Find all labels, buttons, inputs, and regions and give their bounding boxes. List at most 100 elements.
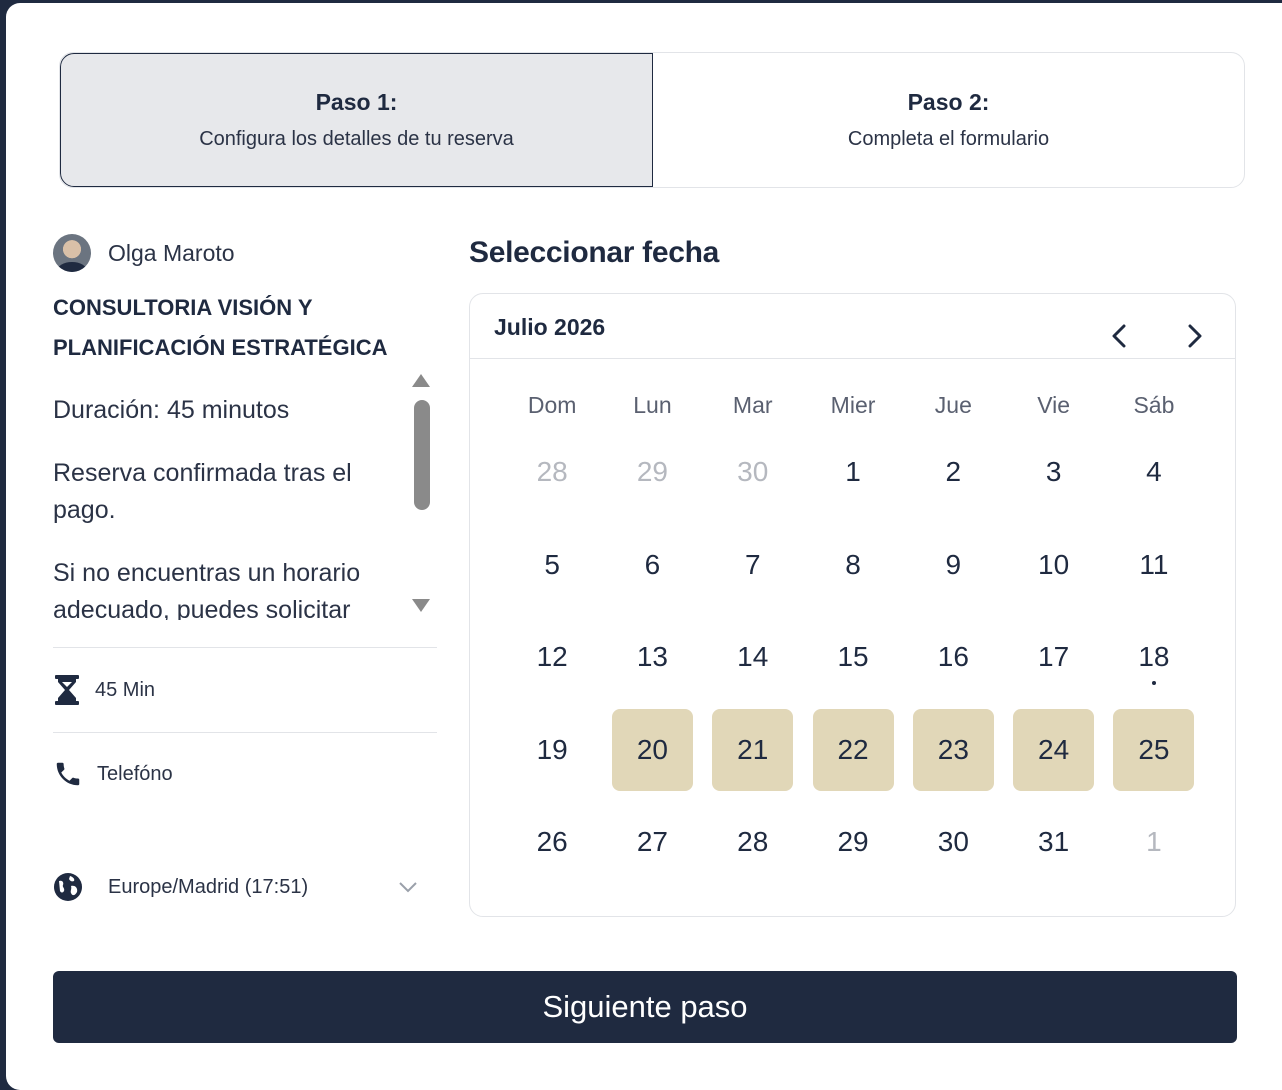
avatar <box>53 234 91 272</box>
calendar-day: 4 <box>1104 426 1204 519</box>
day-number: 1 <box>1146 826 1162 858</box>
scroll-up-arrow[interactable] <box>412 374 430 387</box>
calendar-day: 9 <box>903 519 1003 612</box>
timezone-label: Europe/Madrid (17:51) <box>108 875 309 898</box>
step-1-tab[interactable]: Paso 1: Configura los detalles de tu res… <box>60 53 653 187</box>
day-number: 4 <box>1146 456 1162 488</box>
calendar-heading: Seleccionar fecha <box>469 236 720 269</box>
calendar-day: 15 <box>803 611 903 704</box>
weekday-label: Dom <box>527 392 577 418</box>
day-number: 22 <box>812 708 894 791</box>
description-line: Reserva confirmada tras el pago. <box>53 459 352 524</box>
calendar-day: 31 <box>1003 796 1103 889</box>
day-number: 19 <box>536 733 568 765</box>
calendar-day: 8 <box>803 519 903 612</box>
day-grid: 28 29 30 1 2 3 4 5 6 7 8 9 10 11 12 13 14 15 16 17 18 19 20 21 2… <box>502 426 1204 889</box>
scroll-down-arrow[interactable] <box>412 599 430 612</box>
host-info: Olga Maroto <box>53 234 235 272</box>
calendar-day: 12 <box>502 611 602 704</box>
day-number: 30 <box>737 456 769 488</box>
service-title: CONSULTORIA VISIÓN Y PLANIFICACIÓN ESTRA… <box>53 295 388 360</box>
step-2-tab[interactable]: Paso 2: Completa el formulario <box>653 53 1244 187</box>
day-number: 15 <box>837 641 869 673</box>
calendar-day: 16 <box>903 611 1003 704</box>
day-number: 2 <box>945 456 962 488</box>
outside-month-day: 29 <box>602 426 702 519</box>
weekday-label: Lun <box>633 392 672 418</box>
description-line: Si no encuentras un horario adecuado, pu… <box>53 559 361 620</box>
chevron-right-icon[interactable] <box>1182 324 1206 348</box>
available-day[interactable]: 20 <box>602 704 702 797</box>
calendar-day: 5 <box>502 519 602 612</box>
outside-month-day: 28 <box>502 426 602 519</box>
calendar-day: 13 <box>602 611 702 704</box>
day-number: 18 <box>1138 641 1170 673</box>
outside-month-day: 30 <box>703 426 803 519</box>
calendar-day: 3 <box>1003 426 1103 519</box>
day-number: 11 <box>1139 548 1169 580</box>
calendar-day: 17 <box>1003 611 1103 704</box>
weekday-label: Mar <box>732 392 773 418</box>
day-number: 24 <box>1013 708 1095 791</box>
host-name: Olga Maroto <box>108 239 235 266</box>
day-number: 10 <box>1038 548 1070 580</box>
today-indicator <box>1151 681 1156 685</box>
day-number: 29 <box>837 826 869 858</box>
day-number: 25 <box>1113 708 1195 791</box>
day-number: 30 <box>937 826 969 858</box>
calendar-day: 28 <box>703 796 803 889</box>
day-number: 14 <box>737 641 769 673</box>
timezone-select[interactable]: Europe/Madrid (17:51) <box>53 872 418 902</box>
day-number: 5 <box>544 548 560 580</box>
day-number: 26 <box>536 826 568 858</box>
duration-label: 45 Min <box>95 678 156 701</box>
available-day[interactable]: 23 <box>903 704 1003 797</box>
day-number: 3 <box>1045 456 1062 488</box>
day-number: 1 <box>845 456 861 488</box>
hourglass-icon <box>55 675 79 705</box>
step-1-title: Paso 1: <box>315 89 398 115</box>
day-number: 17 <box>1038 641 1070 673</box>
available-day[interactable]: 21 <box>703 704 803 797</box>
available-day[interactable]: 24 <box>1003 704 1103 797</box>
calendar-day: 19 <box>502 704 602 797</box>
next-step-button[interactable]: Siguiente paso <box>53 971 1237 1043</box>
calendar-day: 11 <box>1104 519 1204 612</box>
step-2-title: Paso 2: <box>907 89 990 115</box>
location-label: Telefóno <box>97 762 173 785</box>
calendar-header: Julio 2026 <box>470 294 1235 359</box>
weekday-label: Vie <box>1037 392 1071 418</box>
calendar-day: 26 <box>502 796 602 889</box>
calendar-day: 29 <box>803 796 903 889</box>
day-number: 13 <box>636 641 669 673</box>
location-row: Telefóno <box>53 759 173 789</box>
day-number: 16 <box>937 641 969 673</box>
calendar-day: 27 <box>602 796 702 889</box>
day-number: 27 <box>636 826 669 858</box>
globe-icon <box>54 873 82 901</box>
weekday-label: Mier <box>830 392 876 418</box>
description-line: Duración: 45 minutos <box>53 396 290 424</box>
calendar: Julio 2026 Dom Lun Mar Mier Jue Vie Sáb … <box>469 293 1236 917</box>
month-label: Julio 2026 <box>494 314 606 340</box>
chevron-left-icon[interactable] <box>1108 324 1132 348</box>
step-2-subtitle: Completa el formulario <box>847 128 1050 150</box>
divider <box>53 647 437 648</box>
calendar-day: 10 <box>1003 519 1103 612</box>
day-number: 31 <box>1038 826 1070 858</box>
day-number: 7 <box>744 548 761 580</box>
service-description[interactable]: Duración: 45 minutos Reserva confirmada … <box>53 370 437 620</box>
available-day[interactable]: 22 <box>803 704 903 797</box>
phone-icon <box>56 762 80 786</box>
calendar-day: 7 <box>703 519 803 612</box>
calendar-day: 2 <box>903 426 1003 519</box>
weekday-header: Dom Lun Mar Mier Jue Vie Sáb <box>502 392 1204 419</box>
calendar-day: 1 <box>803 426 903 519</box>
day-number: 28 <box>536 456 568 488</box>
available-day[interactable]: 25 <box>1104 704 1204 797</box>
day-number: 20 <box>611 708 693 791</box>
scrollbar-thumb[interactable] <box>414 400 430 510</box>
day-number: 21 <box>712 708 794 791</box>
day-number: 12 <box>536 641 568 673</box>
calendar-day: 6 <box>602 519 702 612</box>
